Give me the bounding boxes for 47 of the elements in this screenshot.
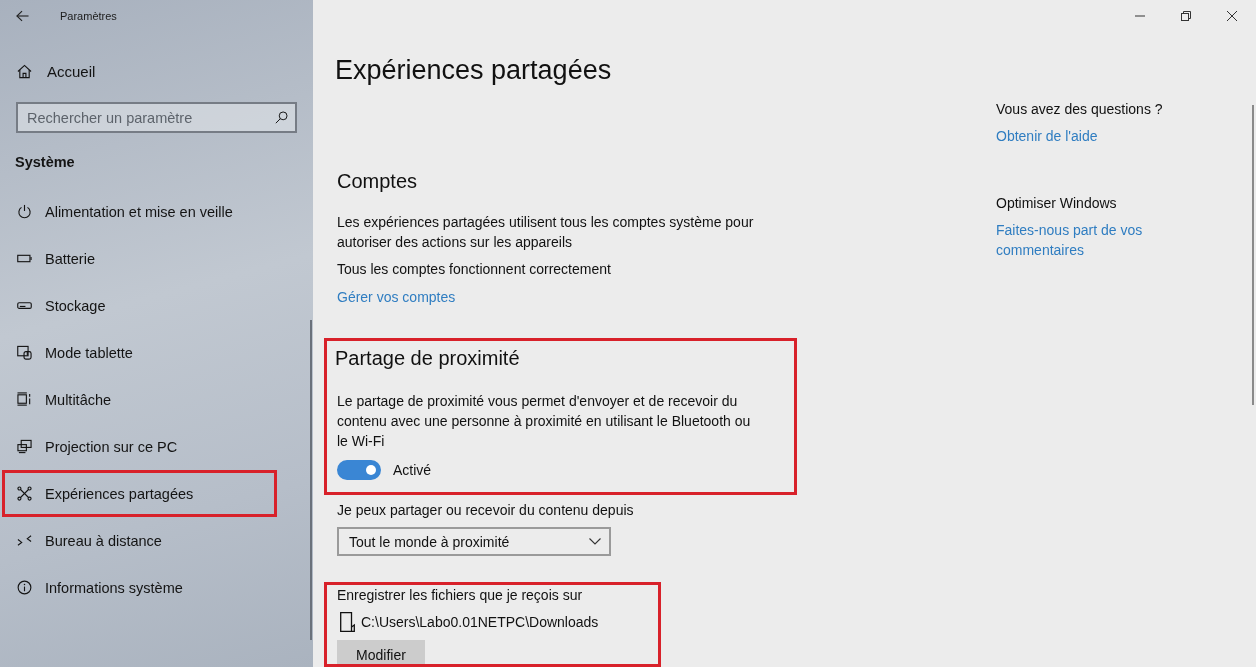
search-field[interactable]: Rechercher un paramètre — [16, 102, 297, 133]
field-label: Je peux partager ou recevoir du contenu depuis — [337, 501, 634, 520]
section-heading: Comptes — [337, 169, 418, 194]
nodes-icon — [17, 486, 32, 501]
nav-item[interactable]: Alimentation et mise en veille — [2, 188, 277, 235]
toggle-label: Activé — [393, 461, 432, 480]
section-description: Les expériences partagées utilisent tous les comptes système pour autoriser des actions sur les appareils — [337, 213, 755, 252]
field-label: Enregistrer les fichiers que je reçois sur — [337, 586, 583, 605]
scrollbar-thumb[interactable] — [1252, 105, 1254, 405]
document-icon — [340, 612, 355, 632]
home-link[interactable]: Accueil — [0, 47, 313, 95]
section-title: Système — [15, 153, 76, 172]
nav-item[interactable]: Projection sur ce PC — [2, 423, 277, 470]
restore-icon — [1181, 11, 1191, 21]
search-icon — [275, 111, 288, 124]
back-arrow-icon — [16, 10, 29, 22]
manage-accounts-link[interactable]: Gérer vos comptes — [337, 287, 456, 307]
toggle-switch[interactable] — [337, 460, 381, 480]
nav-item[interactable]: Stockage — [2, 282, 277, 329]
help-heading: Vous avez des questions ? — [996, 100, 1164, 119]
folder-path: C:\Users\Labo0.01NETPC\Downloads — [361, 613, 599, 632]
nav-item[interactable]: Mode tablette — [2, 329, 277, 376]
section-heading: Partage de proximité — [335, 346, 520, 371]
tablet-icon — [17, 345, 32, 360]
help-link[interactable]: Faites-nous part de vos commentaires — [996, 220, 1196, 260]
power-icon — [17, 204, 32, 219]
modify-button[interactable]: Modifier — [337, 640, 425, 664]
section-description: Le partage de proximité vous permet d'envoyer et de recevoir du contenu avec une personne à proximité en utilisant le Bluetooth ou le Wi-Fi — [337, 392, 751, 451]
chevron-down-icon — [589, 538, 601, 545]
nav-item[interactable]: Informations système — [2, 564, 277, 611]
screens-icon — [17, 439, 32, 454]
status-text: Tous les comptes fonctionnent correctement — [337, 260, 611, 279]
window-title: Paramètres — [60, 10, 117, 22]
dropdown[interactable]: Tout le monde à proximité — [337, 527, 611, 556]
nav-item[interactable]: Multitâche — [2, 376, 277, 423]
nav-item[interactable]: Expériences partagées — [2, 470, 277, 517]
nav-item[interactable]: Batterie — [2, 235, 277, 282]
home-icon — [17, 63, 32, 79]
nav-item[interactable]: Bureau à distance — [2, 517, 277, 564]
help-heading: Optimiser Windows — [996, 194, 1118, 213]
page-title: Expériences partagées — [335, 54, 612, 87]
close-icon — [1227, 11, 1237, 21]
scrollbar-thumb[interactable] — [310, 320, 312, 640]
help-link[interactable]: Obtenir de l'aide — [996, 126, 1196, 146]
stacked-windows-icon — [17, 392, 32, 407]
info-icon — [17, 580, 32, 595]
chevrons-icon — [17, 533, 32, 548]
